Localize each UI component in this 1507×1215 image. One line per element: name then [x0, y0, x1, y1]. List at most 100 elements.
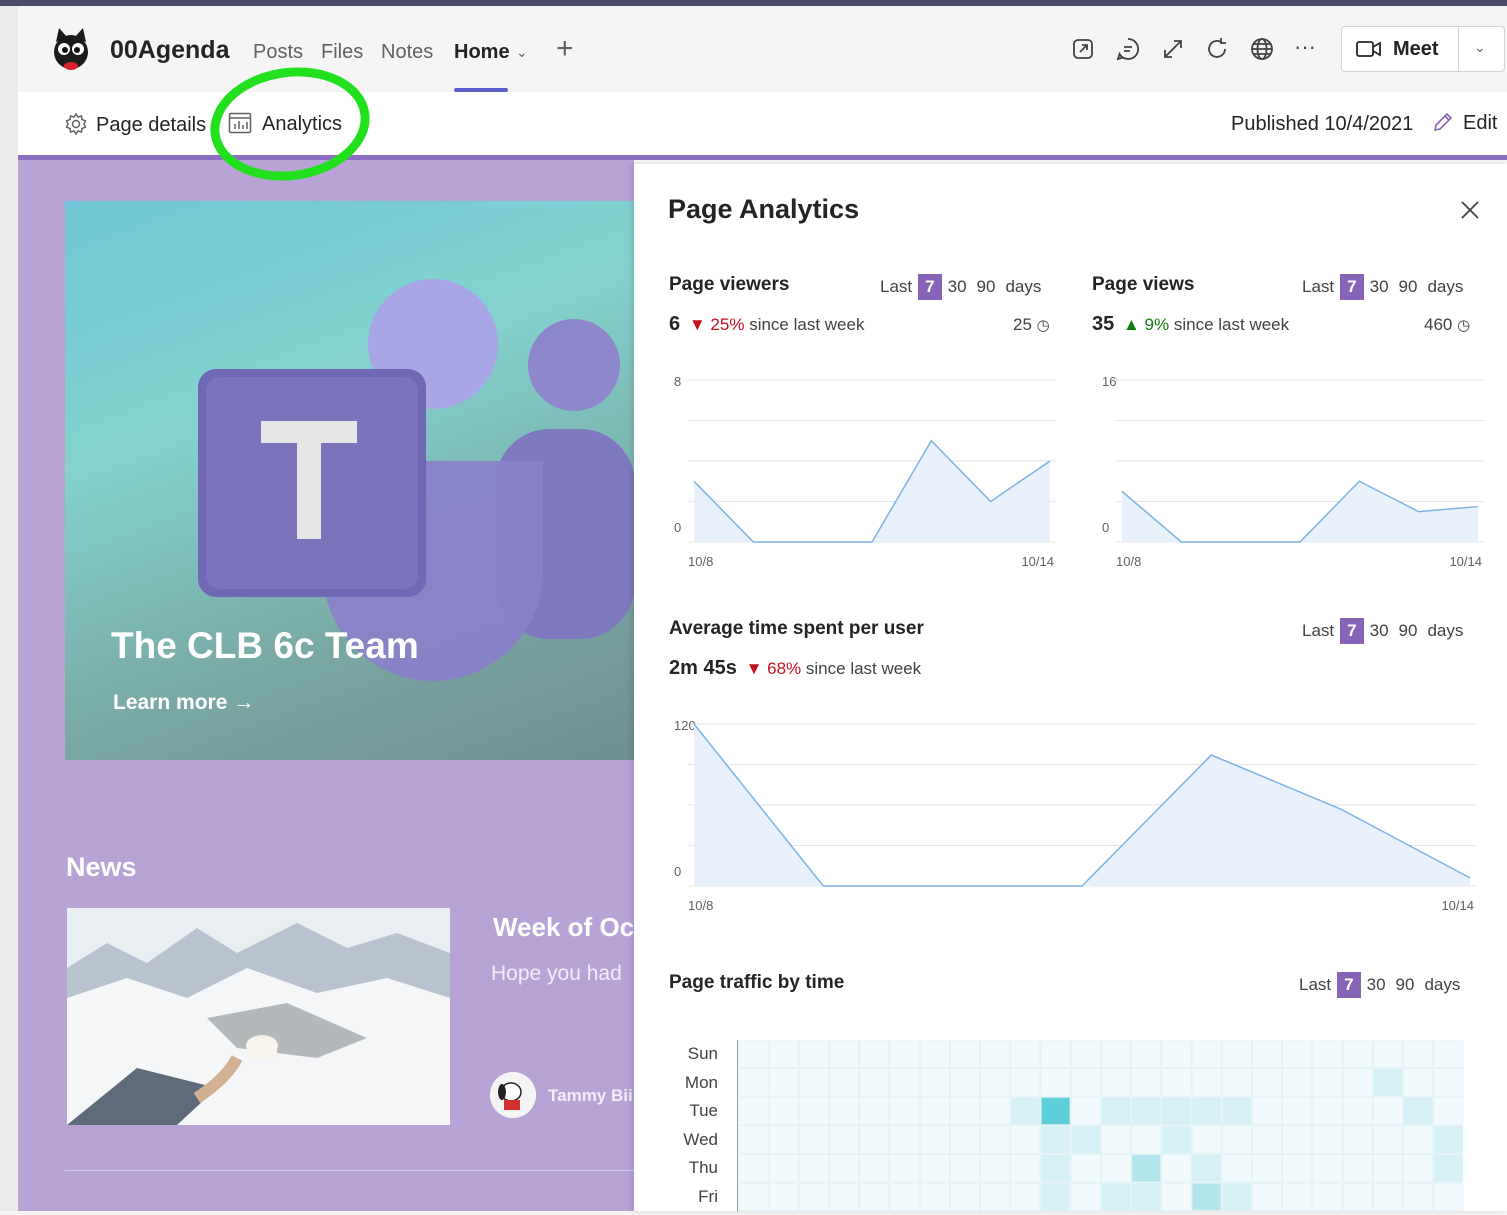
tab-home[interactable]: Home	[454, 41, 510, 64]
heatmap-cell	[1101, 1069, 1130, 1097]
heatmap-cell	[1373, 1097, 1402, 1125]
conversation-icon[interactable]	[1115, 36, 1143, 64]
published-status: Published 10/4/2021	[1231, 113, 1413, 136]
range-option-30[interactable]: 30	[1370, 277, 1389, 297]
heatmap-cell	[799, 1069, 828, 1097]
tab-posts[interactable]: Posts	[253, 41, 303, 64]
meet-button[interactable]: Meet ⌄	[1341, 26, 1505, 72]
page-details-button[interactable]: Page details	[64, 112, 206, 137]
heatmap-cell	[981, 1069, 1010, 1097]
heatmap-cell	[1132, 1183, 1161, 1211]
heatmap-cell	[1071, 1154, 1100, 1182]
heatmap-cell	[799, 1154, 828, 1182]
hero-banner[interactable]: The CLB 6c Team Learn more →	[65, 201, 634, 760]
range-option-30[interactable]: 30	[948, 277, 967, 297]
heatmap-cell	[890, 1154, 919, 1182]
heatmap-cell	[860, 1069, 889, 1097]
heatmap-cell	[1041, 1069, 1070, 1097]
range-option-90[interactable]: 90	[977, 277, 996, 297]
page-analytics-panel: Page Analytics Page viewers Last 7 30 90…	[634, 164, 1507, 1211]
page-viewers-chart: 8010/810/14	[664, 364, 1064, 574]
news-item-author: Tammy Bii	[548, 1086, 633, 1106]
edit-label: Edit	[1463, 112, 1497, 134]
heatmap-cell	[950, 1183, 979, 1211]
page-views-metric: 35 ▲ 9% since last week	[1092, 313, 1289, 336]
chevron-down-icon[interactable]: ⌄	[516, 44, 528, 61]
heatmap-cell	[1011, 1183, 1040, 1211]
heatmap-cell	[1313, 1154, 1342, 1182]
news-thumbnail[interactable]	[67, 908, 450, 1125]
heatmap-cell	[1434, 1069, 1463, 1097]
teams-logo-image	[65, 201, 634, 760]
tab-notes[interactable]: Notes	[381, 41, 433, 64]
page-views-since: since last week	[1174, 315, 1289, 334]
heatmap-cell	[981, 1154, 1010, 1182]
range-unit: days	[1427, 621, 1463, 641]
learn-more-link[interactable]: Learn more →	[113, 691, 254, 715]
page-viewers-value: 6	[669, 313, 680, 335]
heatmap-cell	[739, 1126, 768, 1154]
heatmap-cell	[890, 1040, 919, 1068]
heatmap-cell	[1252, 1040, 1281, 1068]
news-item-title[interactable]: Week of Oc	[493, 912, 634, 943]
range-option-7[interactable]: 7	[1340, 274, 1363, 300]
heatmap-cell	[1434, 1154, 1463, 1182]
page-views-title: Page views	[1092, 274, 1194, 296]
heatmap-cell	[1192, 1040, 1221, 1068]
heatmap-cell	[1434, 1183, 1463, 1211]
heatmap-cell	[1222, 1040, 1251, 1068]
team-avatar-cat-icon[interactable]	[48, 26, 94, 72]
range-option-30[interactable]: 30	[1367, 975, 1386, 995]
y-tick-label: 8	[674, 374, 681, 389]
meet-dropdown-chevron-icon[interactable]: ⌄	[1474, 39, 1486, 56]
range-option-7[interactable]: 7	[1340, 618, 1363, 644]
range-option-30[interactable]: 30	[1370, 621, 1389, 641]
heatmap-cell	[1283, 1126, 1312, 1154]
range-option-90[interactable]: 90	[1399, 277, 1418, 297]
range-option-90[interactable]: 90	[1396, 975, 1415, 995]
heatmap-cell	[1071, 1126, 1100, 1154]
heatmap-cell	[1373, 1040, 1402, 1068]
heatmap-cell	[890, 1183, 919, 1211]
heatmap-cell	[830, 1183, 859, 1211]
traffic-heatmap	[737, 1040, 1464, 1215]
heatmap-cell	[1011, 1097, 1040, 1125]
globe-icon[interactable]	[1249, 36, 1277, 64]
y-tick-label: 0	[1102, 520, 1109, 535]
gear-icon	[64, 112, 88, 136]
heatmap-day-label: Tue	[668, 1101, 718, 1121]
refresh-icon[interactable]	[1204, 36, 1232, 64]
more-options-icon[interactable]: ···	[1294, 34, 1322, 62]
close-icon[interactable]	[1458, 198, 1482, 222]
panel-title: Page Analytics	[668, 194, 859, 225]
page-viewers-total-value: 25	[1013, 315, 1032, 334]
range-option-7[interactable]: 7	[1337, 972, 1360, 998]
edit-button[interactable]: Edit	[1431, 110, 1497, 135]
heatmap-cell	[1343, 1069, 1372, 1097]
y-tick-label: 0	[674, 864, 681, 879]
range-label: Last	[1302, 277, 1334, 297]
avg-time-change: 68%	[767, 659, 801, 678]
trend-up-icon: ▲	[1123, 315, 1140, 334]
heatmap-cell	[1252, 1183, 1281, 1211]
heatmap-cell	[1373, 1183, 1402, 1211]
meet-label: Meet	[1393, 38, 1439, 61]
learn-more-label: Learn more	[113, 691, 227, 714]
heatmap-cell	[799, 1097, 828, 1125]
heatmap-cell	[1101, 1097, 1130, 1125]
tab-files[interactable]: Files	[321, 41, 363, 64]
range-option-90[interactable]: 90	[1399, 621, 1418, 641]
heatmap-cell	[1071, 1097, 1100, 1125]
page-canvas: The CLB 6c Team Learn more → News Week o…	[18, 160, 634, 1211]
add-tab-icon[interactable]: +	[556, 32, 574, 66]
x-tick-label: 10/8	[688, 898, 713, 913]
popout-icon[interactable]	[1070, 36, 1098, 64]
expand-icon[interactable]	[1160, 36, 1188, 64]
heatmap-cell	[1071, 1069, 1100, 1097]
x-tick-label: 10/8	[688, 554, 713, 569]
y-tick-label: 0	[674, 520, 681, 535]
heatmap-cell	[1192, 1126, 1221, 1154]
heatmap-cell	[1162, 1154, 1191, 1182]
team-name[interactable]: 00Agenda	[110, 36, 229, 65]
range-option-7[interactable]: 7	[918, 274, 941, 300]
